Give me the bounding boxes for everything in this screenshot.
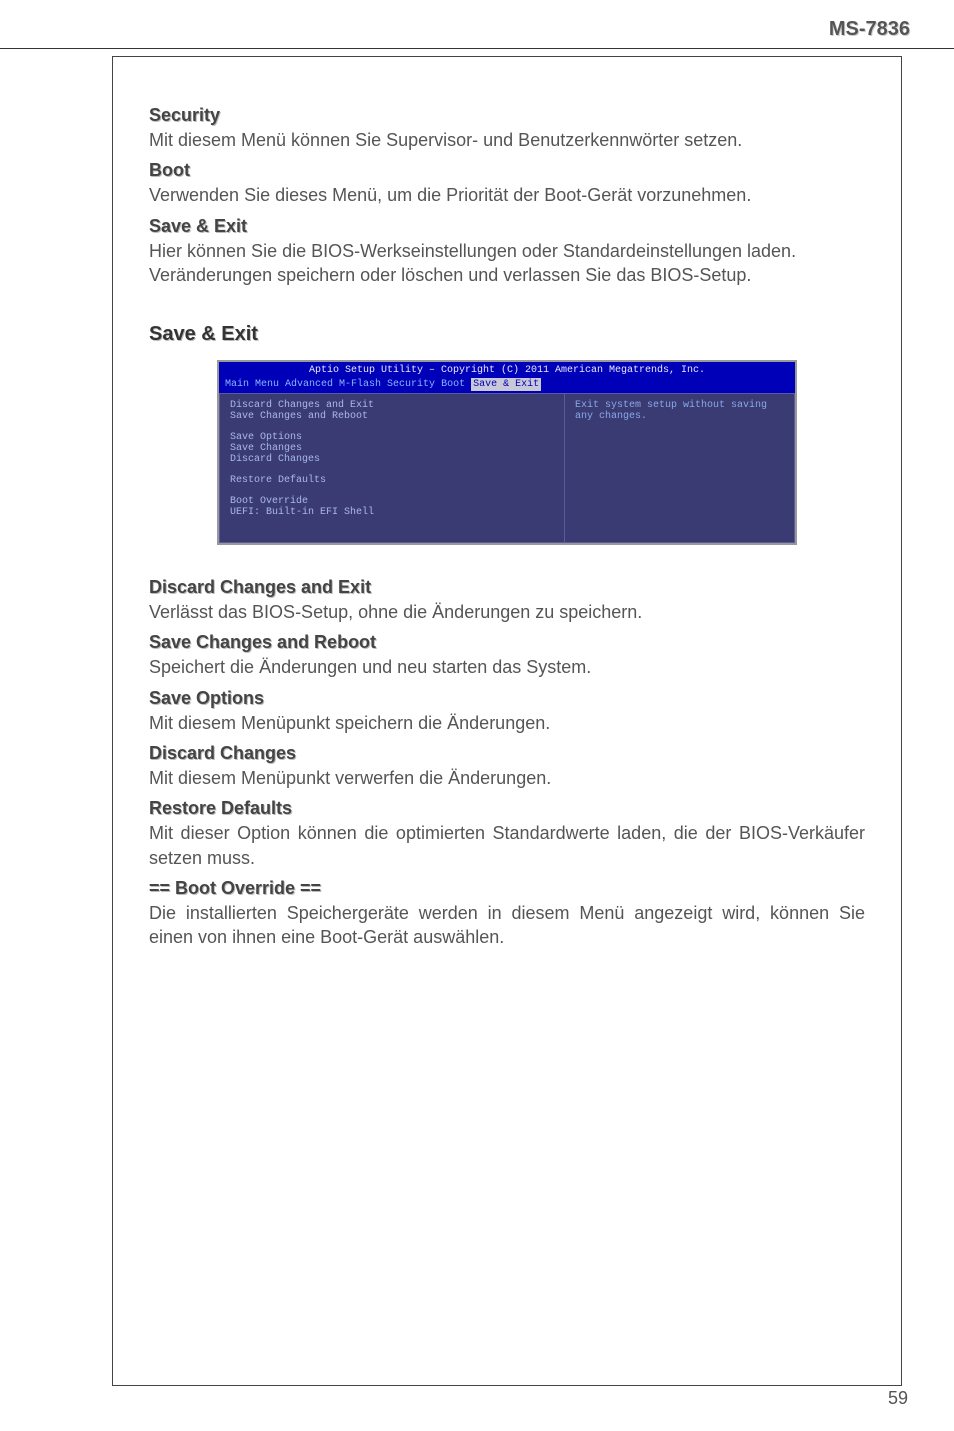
- spacer: [230, 486, 554, 496]
- bios-menu-item[interactable]: Save Options: [230, 432, 554, 443]
- bios-help: Exit system setup without saving any cha…: [565, 393, 795, 543]
- section-body: Die installierten Speichergeräte werden …: [149, 901, 865, 950]
- page-number: 59: [888, 1388, 908, 1409]
- section-heading: Discard Changes: [149, 743, 865, 764]
- bios-menu-item[interactable]: Boot Override: [230, 496, 554, 507]
- section-heading: Discard Changes and Exit: [149, 577, 865, 598]
- content-frame: SecurityMit diesem Menü können Sie Super…: [112, 56, 902, 1386]
- section-body: Mit dieser Option können die optimierten…: [149, 821, 865, 870]
- section-heading: Save Options: [149, 688, 865, 709]
- section-heading: Save & Exit: [149, 216, 865, 237]
- main-heading: Save & Exit: [149, 323, 865, 346]
- bios-menu-item[interactable]: Discard Changes: [230, 454, 554, 465]
- section-body: Mit diesem Menüpunkt verwerfen die Änder…: [149, 766, 865, 790]
- bios-help-text: Exit system setup without saving any cha…: [575, 400, 784, 422]
- model-tag: MS-7836: [829, 18, 910, 41]
- section-heading: Boot: [149, 160, 865, 181]
- bios-title: Aptio Setup Utility – Copyright (C) 2011…: [219, 364, 795, 378]
- bios-menu-item[interactable]: Save Changes and Reboot: [230, 411, 554, 422]
- section-body: Hier können Sie die BIOS-Werkseinstellun…: [149, 239, 865, 288]
- bios-tab[interactable]: Main Menu: [225, 378, 279, 392]
- bios-menu-item[interactable]: Discard Changes and Exit: [230, 400, 554, 411]
- section-heading: == Boot Override ==: [149, 878, 865, 899]
- bios-menu: Discard Changes and ExitSave Changes and…: [219, 393, 565, 543]
- spacer: [230, 465, 554, 475]
- section-body: Verwenden Sie dieses Menü, um die Priori…: [149, 183, 865, 207]
- section-body: Speichert die Änderungen und neu starten…: [149, 655, 865, 679]
- bios-tab[interactable]: Advanced: [285, 378, 333, 392]
- section-heading: Save Changes and Reboot: [149, 632, 865, 653]
- bios-menu-item[interactable]: Restore Defaults: [230, 475, 554, 486]
- bios-body: Discard Changes and ExitSave Changes and…: [219, 393, 795, 543]
- section-body: Verlässt das BIOS-Setup, ohne die Änderu…: [149, 600, 865, 624]
- section-body: Mit diesem Menü können Sie Supervisor- u…: [149, 128, 865, 152]
- section-heading: Restore Defaults: [149, 798, 865, 819]
- section-body: Mit diesem Menüpunkt speichern die Änder…: [149, 711, 865, 735]
- bios-header: Aptio Setup Utility – Copyright (C) 2011…: [219, 362, 795, 393]
- bios-menu-item[interactable]: UEFI: Built-in EFI Shell: [230, 507, 554, 518]
- bios-menu-item[interactable]: Save Changes: [230, 443, 554, 454]
- header-divider: [0, 48, 954, 49]
- spacer: [230, 422, 554, 432]
- bios-tab[interactable]: Boot: [441, 378, 465, 392]
- bios-tab[interactable]: M-Flash: [339, 378, 381, 392]
- section-heading: Security: [149, 105, 865, 126]
- bios-screenshot: Aptio Setup Utility – Copyright (C) 2011…: [217, 360, 797, 545]
- bios-tabs: Main Menu Advanced M-Flash Security Boot Save…: [219, 378, 795, 394]
- bios-tab[interactable]: Save & Exit: [471, 378, 541, 392]
- bios-tab[interactable]: Security: [387, 378, 435, 392]
- page: MS-7836 SecurityMit diesem Menü können S…: [0, 0, 954, 1431]
